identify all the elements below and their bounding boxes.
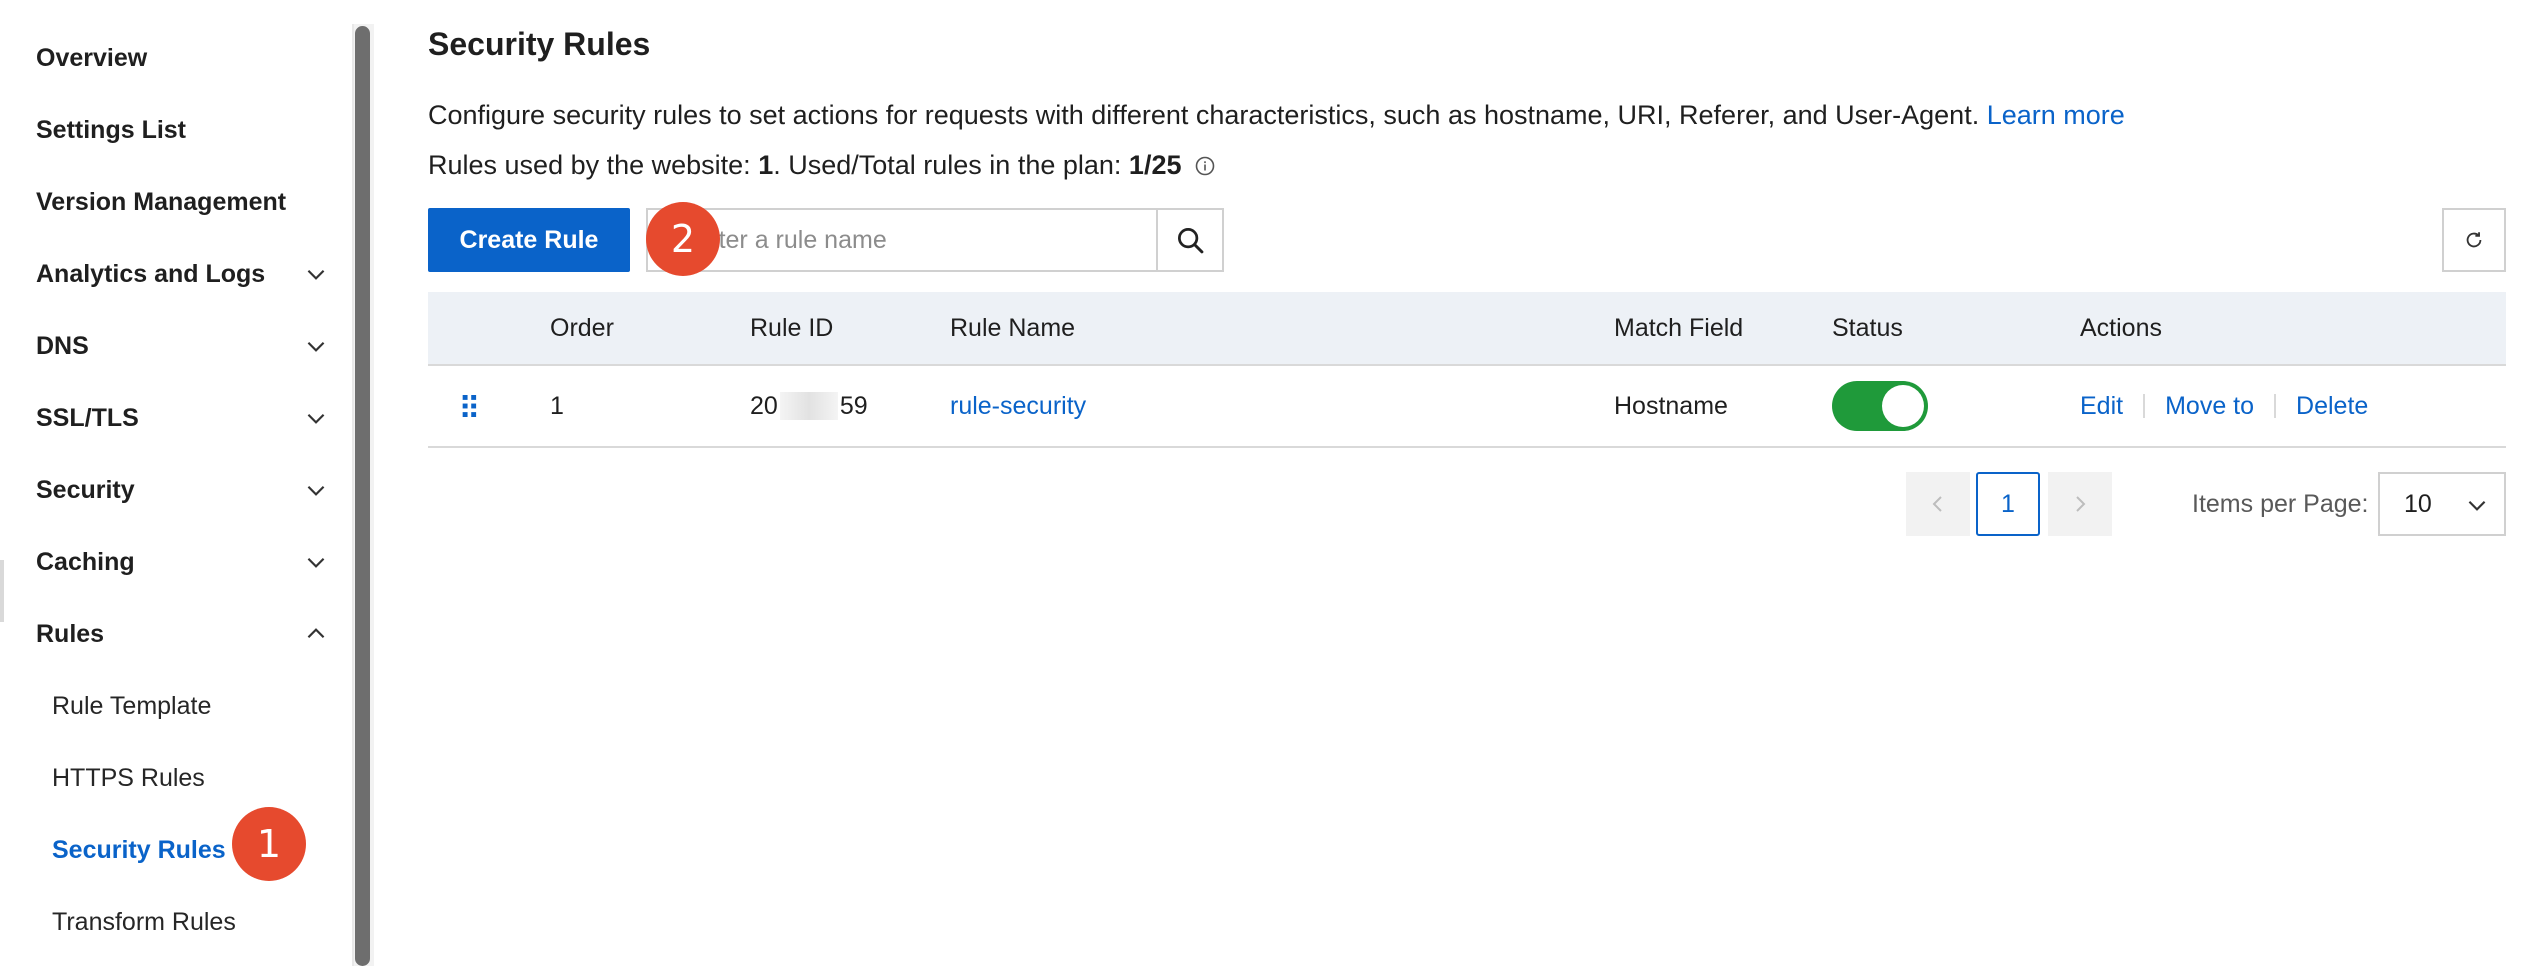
status-toggle[interactable] [1832,381,1928,431]
sidebar-item-settings-list[interactable]: Settings List [36,110,186,150]
usage-used-count: 1 [758,150,774,180]
rule-id-end: 59 [839,391,868,420]
chevron-down-icon[interactable] [302,404,330,432]
refresh-button[interactable] [2442,208,2506,272]
chevron-down-icon[interactable] [302,548,330,576]
sidebar-item-rules[interactable]: Rules [36,614,104,654]
step-badge-1: 1 [232,807,306,881]
drag-handle-icon[interactable] [462,366,478,446]
cell-match-field: Hostname [1614,391,1728,420]
sidebar-item-caching[interactable]: Caching [36,542,135,582]
chevron-up-icon[interactable] [302,620,330,648]
page-number-current[interactable]: 1 [1976,472,2040,536]
create-rule-button[interactable]: Create Rule [428,208,630,272]
info-icon[interactable] [1195,156,1215,176]
refresh-icon [2466,232,2482,248]
delete-link[interactable]: Delete [2296,392,2368,421]
usage-prefix: Rules used by the website: [428,150,759,180]
column-header-status: Status [1832,313,1903,342]
items-per-page-select[interactable]: 10 [2378,472,2506,536]
search-icon [1178,228,1204,254]
sidebar-item-security[interactable]: Security [36,470,135,510]
sidebar-subitem-security-rules[interactable]: Security Rules [52,830,226,870]
cell-actions: Edit Move to Delete [2080,366,2368,446]
sidebar-scrollbar-thumb[interactable] [355,26,370,966]
sidebar-edge-marker [0,560,4,622]
column-header-actions: Actions [2080,313,2162,342]
sidebar-subitem-https-rules[interactable]: HTTPS Rules [52,758,205,798]
edit-link[interactable]: Edit [2080,392,2123,421]
next-page-button[interactable] [2048,472,2112,536]
items-per-page-value: 10 [2404,489,2432,518]
page-description: Configure security rules to set actions … [428,100,2125,131]
usage-plan-count: 1/25 [1128,150,1182,180]
chevron-left-icon [1932,496,1942,512]
sidebar-subitem-rule-template[interactable]: Rule Template [52,686,211,726]
cell-rule-id: 20 59 [750,366,868,446]
rule-id-redacted [779,392,838,420]
chevron-right-icon [2076,496,2086,512]
sidebar-item-version-management[interactable]: Version Management [36,182,286,222]
search-button[interactable] [1156,210,1222,270]
column-header-rule-id: Rule ID [750,313,834,342]
table-row: 1 20 59 rule-security Hostname Edit Move… [428,366,2506,448]
previous-page-button[interactable] [1906,472,1970,536]
chevron-down-icon[interactable] [302,260,330,288]
rule-name-search-input[interactable] [648,210,1156,270]
sidebar-item-dns[interactable]: DNS [36,326,89,366]
description-text: Configure security rules to set actions … [428,100,1980,130]
chevron-down-icon[interactable] [302,476,330,504]
learn-more-link[interactable]: Learn more [1987,100,2125,130]
sidebar-item-analytics-and-logs[interactable]: Analytics and Logs [36,254,265,294]
rule-id-start: 20 [750,391,778,420]
usage-middle: . Used/Total rules in the plan: [773,150,1129,180]
action-divider [2274,394,2277,418]
cell-order: 1 [550,391,564,420]
move-to-link[interactable]: Move to [2165,392,2254,421]
rule-usage: Rules used by the website: 1 . Used/Tota… [428,150,1215,181]
chevron-down-icon[interactable] [302,332,330,360]
chevron-down-icon [2468,500,2486,511]
column-header-match-field: Match Field [1614,313,1744,342]
table-header: Order Rule ID Rule Name Match Field Stat… [428,292,2506,366]
sidebar: Overview Settings List Version Managemen… [0,0,352,966]
page-title: Security Rules [428,26,651,62]
column-header-order: Order [550,313,614,342]
step-badge-2: 2 [646,202,720,276]
toggle-knob [1882,385,1924,427]
cell-rule-name-link[interactable]: rule-security [950,366,1086,446]
sidebar-subitem-transform-rules[interactable]: Transform Rules [52,902,236,942]
sidebar-item-ssl-tls[interactable]: SSL/TLS [36,398,139,438]
search-box [646,208,1224,272]
action-divider [2143,394,2146,418]
items-per-page-label: Items per Page: [2192,489,2369,518]
column-header-rule-name: Rule Name [950,313,1076,342]
cell-status [1832,366,1928,446]
sidebar-item-overview[interactable]: Overview [36,38,147,78]
